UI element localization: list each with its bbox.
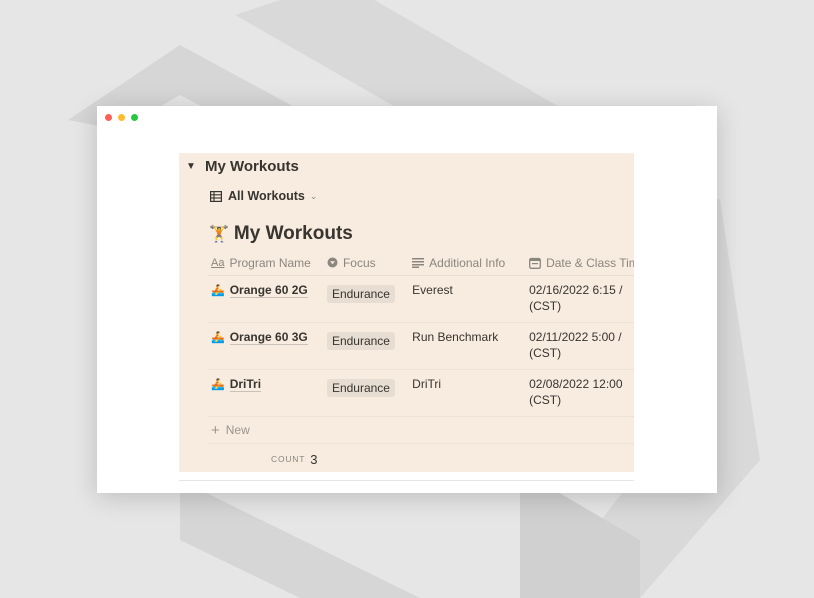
- rowing-boat-icon: 🚣: [211, 285, 225, 297]
- program-name[interactable]: DriTri: [229, 377, 262, 392]
- program-name[interactable]: Orange 60 2G: [229, 283, 308, 298]
- program-name[interactable]: Orange 60 3G: [229, 330, 308, 345]
- column-header-focus[interactable]: Focus: [327, 256, 412, 270]
- column-label: Additional Info: [429, 255, 506, 270]
- database-header: 🏋 My Workouts: [209, 223, 353, 245]
- minimize-window-button[interactable]: [118, 114, 125, 121]
- toggle-title: My Workouts: [205, 158, 299, 175]
- column-header-date[interactable]: Date & Class Tim: [529, 256, 634, 270]
- timezone-value: (CST): [529, 299, 562, 313]
- column-label: Program Name: [229, 255, 311, 270]
- maximize-window-button[interactable]: [131, 114, 138, 121]
- text-aa-icon: Aa: [211, 256, 225, 269]
- focus-cell[interactable]: Endurance: [326, 323, 412, 350]
- table-row[interactable]: 🚣 Orange 60 3G Endurance Run Benchmark 0…: [208, 323, 634, 370]
- weightlifter-emoji-icon: 🏋: [209, 226, 229, 243]
- new-row-button[interactable]: + New: [208, 417, 634, 444]
- rowing-boat-icon: 🚣: [211, 332, 225, 344]
- count-value: 3: [310, 451, 318, 467]
- count-footer[interactable]: COUNT 3: [208, 444, 634, 472]
- focus-tag: Endurance: [326, 379, 395, 397]
- column-label: Date & Class Tim: [546, 255, 634, 270]
- timezone-value: (CST): [529, 346, 562, 360]
- view-label: All Workouts: [228, 189, 305, 203]
- date-cell[interactable]: 02/11/2022 5:00 / (CST): [529, 323, 634, 362]
- calendar-icon: [529, 257, 542, 269]
- column-label: Focus: [342, 255, 376, 270]
- program-name-cell[interactable]: 🚣 Orange 60 2G: [208, 276, 327, 298]
- toggle-header[interactable]: ▼ My Workouts: [186, 158, 299, 175]
- timezone-value: (CST): [529, 393, 562, 407]
- toggle-block-content: ▼ My Workouts All Workouts ⌄ 🏋 My Workou…: [179, 153, 634, 472]
- close-window-button[interactable]: [105, 114, 112, 121]
- date-cell[interactable]: 02/08/2022 12:00 (CST): [529, 370, 634, 409]
- plus-icon: +: [211, 421, 220, 439]
- divider: [179, 480, 634, 481]
- focus-cell[interactable]: Endurance: [326, 276, 412, 303]
- program-name-cell[interactable]: 🚣 DriTri: [208, 370, 327, 392]
- table-header-row: Aa Program Name Focus Additional Info Da…: [208, 250, 634, 276]
- table-row[interactable]: 🚣 Orange 60 2G Endurance Everest 02/16/2…: [208, 276, 634, 323]
- info-cell[interactable]: DriTri: [412, 370, 529, 391]
- browser-window: ▼ My Workouts All Workouts ⌄ 🏋 My Workou…: [97, 106, 717, 493]
- window-controls: [105, 114, 138, 121]
- focus-tag: Endurance: [326, 332, 395, 350]
- focus-cell[interactable]: Endurance: [326, 370, 412, 397]
- toggle-triangle-icon[interactable]: ▼: [186, 161, 198, 172]
- text-lines-icon: [412, 257, 425, 268]
- focus-tag: Endurance: [326, 285, 395, 303]
- info-cell[interactable]: Everest: [412, 276, 529, 297]
- table-row[interactable]: 🚣 DriTri Endurance DriTri 02/08/2022 12:…: [208, 370, 634, 417]
- select-icon: [327, 257, 338, 268]
- column-header-program-name[interactable]: Aa Program Name: [208, 256, 327, 270]
- chevron-down-icon: ⌄: [309, 190, 318, 201]
- view-switcher[interactable]: All Workouts ⌄: [210, 189, 317, 203]
- new-label: New: [225, 423, 250, 437]
- count-label: COUNT: [271, 454, 306, 464]
- workouts-table: Aa Program Name Focus Additional Info Da…: [208, 250, 634, 472]
- program-name-cell[interactable]: 🚣 Orange 60 3G: [208, 323, 327, 345]
- rowing-boat-icon: 🚣: [211, 379, 225, 391]
- table-view-icon: [210, 190, 222, 202]
- database-title[interactable]: My Workouts: [234, 223, 353, 245]
- date-cell[interactable]: 02/16/2022 6:15 / (CST): [529, 276, 634, 315]
- column-header-additional-info[interactable]: Additional Info: [412, 256, 529, 270]
- info-cell[interactable]: Run Benchmark: [412, 323, 529, 344]
